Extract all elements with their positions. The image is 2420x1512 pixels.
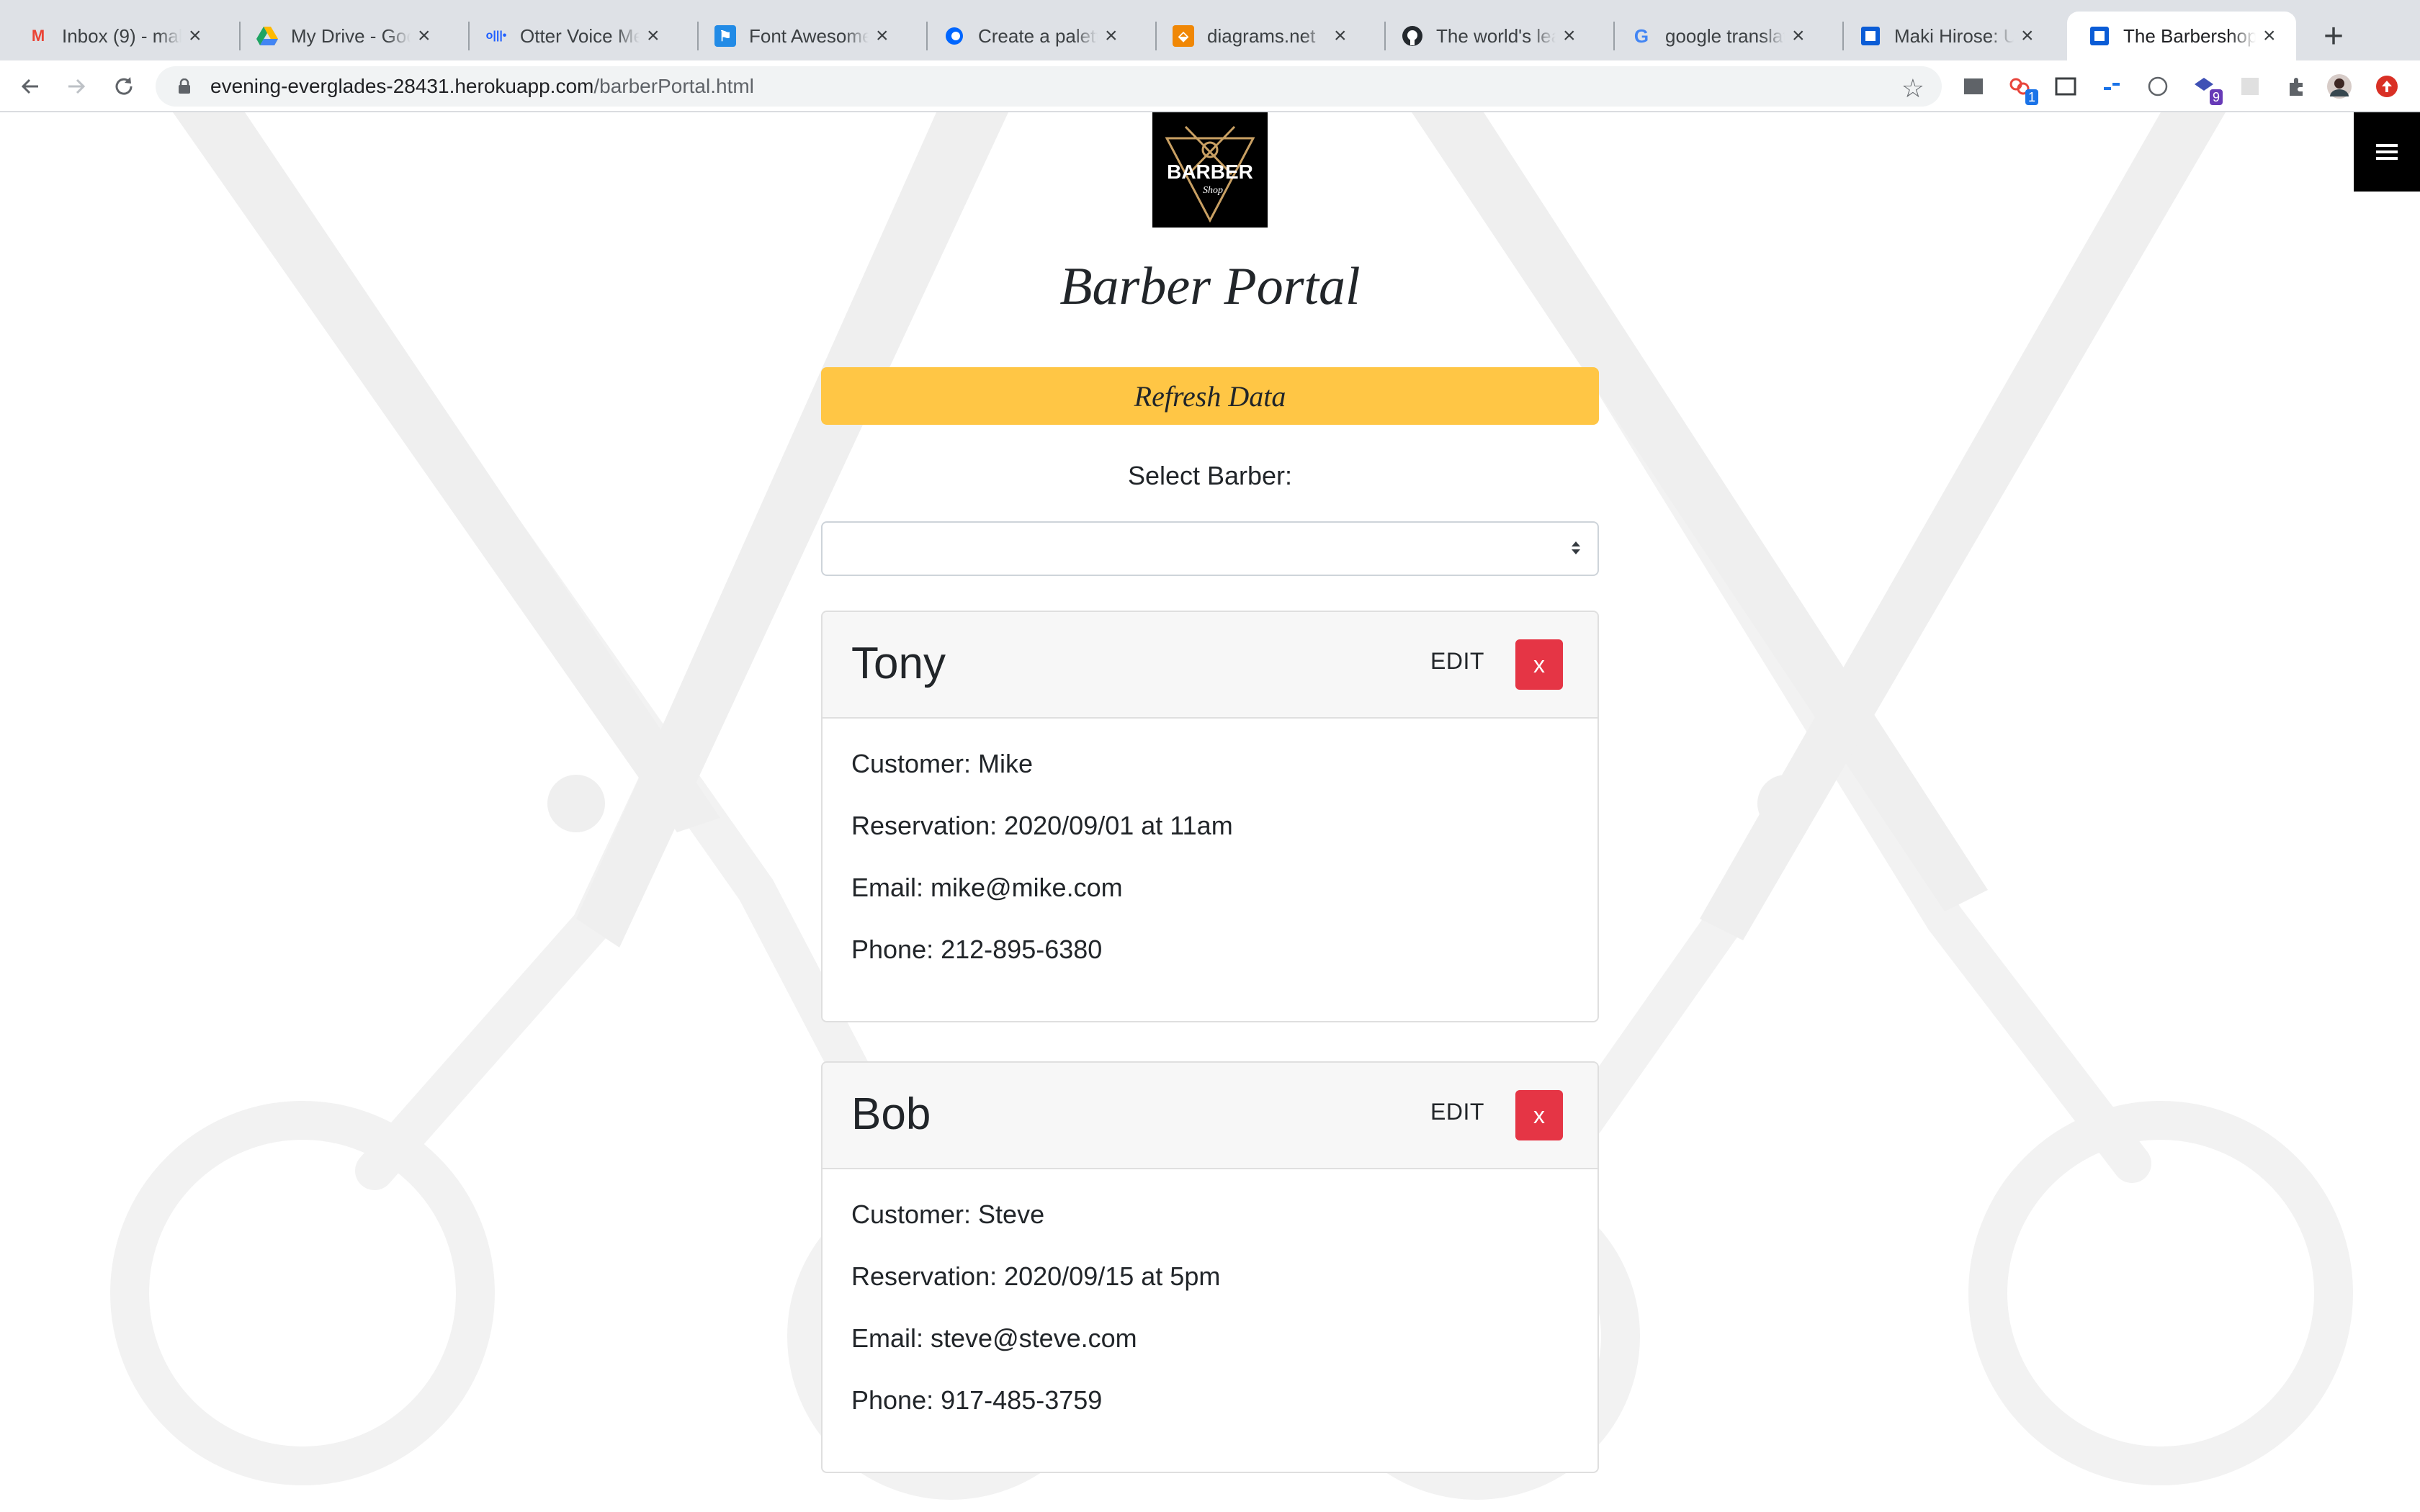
select-barber-label: Select Barber: xyxy=(1127,461,1293,490)
edit-button[interactable]: EDIT xyxy=(1430,648,1484,675)
select-arrows-icon xyxy=(1572,541,1580,554)
edit-button[interactable]: EDIT xyxy=(1430,1099,1484,1125)
reservation-card: Bob EDIT x Customer: Steve Reservation: … xyxy=(821,1061,1599,1473)
browser-tab[interactable]: The world's leading × xyxy=(1380,12,1596,60)
browser-tab[interactable]: My Drive - Google Drive × xyxy=(235,12,451,60)
delete-button[interactable]: x xyxy=(1515,639,1563,690)
customer-text: Customer: Steve xyxy=(851,1200,1045,1229)
delete-button[interactable]: x xyxy=(1515,1090,1563,1140)
browser-tab[interactable]: Create a palette × xyxy=(922,12,1138,60)
new-tab-button[interactable]: + xyxy=(2313,16,2354,56)
tab-title: The world's leading xyxy=(1436,24,1556,47)
profile-avatar[interactable] xyxy=(2325,72,2354,101)
browser-tab[interactable]: Maki Hirose: UX/UI × xyxy=(1838,12,2054,60)
tab-close-icon[interactable]: × xyxy=(1334,25,1351,47)
forward-arrow-icon[interactable] xyxy=(58,68,95,105)
email-text: Email: steve@steve.com xyxy=(851,1323,1137,1353)
tab-close-icon[interactable]: × xyxy=(2263,25,2280,47)
coolors-icon xyxy=(944,25,965,47)
page-title: Barber Portal xyxy=(1059,257,1361,316)
browser-toolbar: evening-everglades-28431.herokuapp.com/b… xyxy=(0,60,2420,112)
browser-tab-strip: M Inbox (9) - making × My Drive - Google… xyxy=(0,0,2420,60)
google-icon: G xyxy=(1634,24,1649,47)
tab-close-icon[interactable]: × xyxy=(647,25,664,47)
reservation-card-body: Customer: Steve Reservation: 2020/09/15 … xyxy=(823,1169,1597,1456)
url-path: /barberPortal.html xyxy=(593,75,754,97)
google-drive-icon xyxy=(256,25,278,47)
reservation-card-header: Tony EDIT x xyxy=(823,612,1597,719)
diagrams-icon: ⬙ xyxy=(1173,25,1194,47)
bookmark-star-icon[interactable]: ☆ xyxy=(1901,73,1924,104)
extension-icon[interactable] xyxy=(2097,72,2126,101)
tab-close-icon[interactable]: × xyxy=(1105,25,1122,47)
extension-badge: 9 xyxy=(2209,89,2223,105)
update-icon[interactable] xyxy=(2372,72,2401,101)
tab-title: Maki Hirose: UX/UI xyxy=(1894,24,2014,47)
extension-icon[interactable] xyxy=(2143,72,2172,101)
barber-name: Tony xyxy=(851,639,946,688)
tab-close-icon[interactable]: × xyxy=(418,25,435,47)
tab-title: Font Awesome xyxy=(749,24,869,47)
browser-tab[interactable]: ⬙ diagrams.net × xyxy=(1151,12,1367,60)
page-viewport: BARBER Shop Barber Portal Refresh Data S… xyxy=(0,112,2420,1512)
site-square-icon xyxy=(1860,25,1881,47)
tab-title: google translate xyxy=(1665,24,1785,47)
tab-close-icon[interactable]: × xyxy=(876,25,893,47)
tab-title: My Drive - Google Drive xyxy=(291,24,411,47)
browser-tab-active[interactable]: The Barbershop × xyxy=(2067,12,2296,60)
reservation-text: Reservation: 2020/09/01 at 11am xyxy=(851,811,1233,840)
browser-tab[interactable]: G google translate × xyxy=(1609,12,1825,60)
url-text: evening-everglades-28431.herokuapp.com/b… xyxy=(210,75,754,98)
phone-text: Phone: 917-485-3759 xyxy=(851,1385,1103,1415)
tab-close-icon[interactable]: × xyxy=(189,25,206,47)
reservation-text: Reservation: 2020/09/15 at 5pm xyxy=(851,1261,1221,1291)
github-icon xyxy=(1402,25,1423,47)
address-bar[interactable]: evening-everglades-28431.herokuapp.com/b… xyxy=(156,66,1942,107)
url-host: evening-everglades-28431.herokuapp.com xyxy=(210,75,594,97)
hamburger-menu-button[interactable] xyxy=(2354,112,2420,192)
extension-icon[interactable]: 9 xyxy=(2190,72,2223,105)
phone-text: Phone: 212-895-6380 xyxy=(851,935,1103,964)
tab-title: Otter Voice Meeting Notes xyxy=(520,24,640,47)
barber-select[interactable] xyxy=(821,521,1599,576)
barbershop-logo: BARBER Shop xyxy=(1152,112,1268,228)
hamburger-icon xyxy=(2376,144,2398,160)
reservation-card: Tony EDIT x Customer: Mike Reservation: … xyxy=(821,611,1599,1022)
logo-text: BARBER xyxy=(1167,161,1253,183)
extension-badge: 1 xyxy=(2025,89,2038,105)
tab-close-icon[interactable]: × xyxy=(1792,25,1809,47)
tab-title: diagrams.net xyxy=(1207,24,1316,47)
reservation-card-header: Bob EDIT x xyxy=(823,1063,1597,1169)
logo-subtext: Shop xyxy=(1203,185,1223,196)
reservation-card-body: Customer: Mike Reservation: 2020/09/01 a… xyxy=(823,719,1597,1005)
otter-icon: o|||• xyxy=(485,30,507,42)
reload-icon[interactable] xyxy=(105,68,143,105)
extension-icon[interactable] xyxy=(1959,72,1988,101)
email-text: Email: mike@mike.com xyxy=(851,873,1123,902)
tab-close-icon[interactable]: × xyxy=(2021,25,2038,47)
tab-title: Inbox (9) - making xyxy=(62,24,182,47)
site-square-icon xyxy=(2089,25,2110,47)
refresh-data-button[interactable]: Refresh Data xyxy=(821,367,1599,425)
browser-tab[interactable]: ⚑ Font Awesome × xyxy=(693,12,909,60)
barber-name: Bob xyxy=(851,1089,931,1139)
back-arrow-icon[interactable] xyxy=(12,68,49,105)
extension-icon[interactable] xyxy=(2236,72,2264,101)
extensions-puzzle-icon[interactable] xyxy=(2282,72,2311,101)
tab-title: The Barbershop xyxy=(2123,24,2256,47)
tab-title: Create a palette xyxy=(978,24,1098,47)
font-awesome-flag-icon: ⚑ xyxy=(714,25,736,47)
customer-text: Customer: Mike xyxy=(851,749,1034,778)
extension-icon[interactable]: 1 xyxy=(2005,72,2038,105)
tab-close-icon[interactable]: × xyxy=(1563,25,1580,47)
screenshot-icon[interactable] xyxy=(2051,72,2080,101)
browser-tab[interactable]: o|||• Otter Voice Meeting Notes × xyxy=(464,12,680,60)
gmail-icon: M xyxy=(31,27,45,45)
lock-icon[interactable] xyxy=(174,76,194,96)
browser-tab[interactable]: M Inbox (9) - making × xyxy=(6,12,222,60)
